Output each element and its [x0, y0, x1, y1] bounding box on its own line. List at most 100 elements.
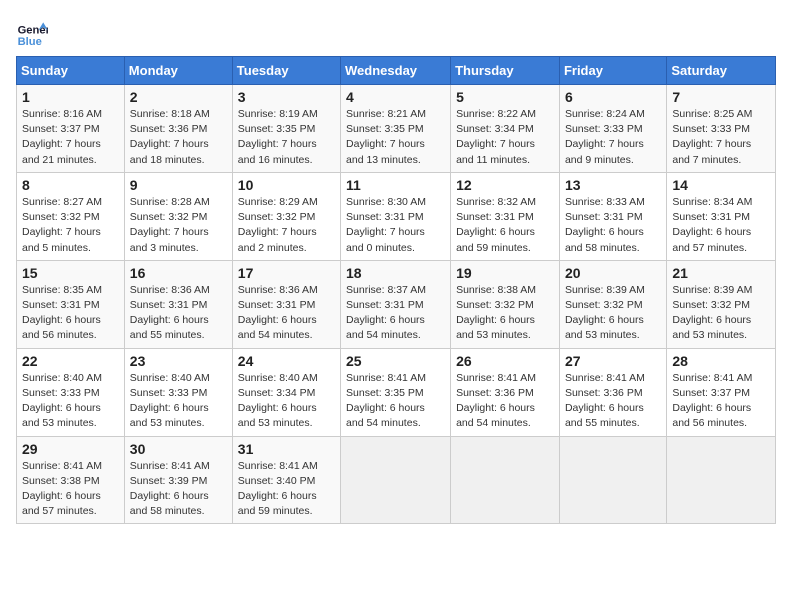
calendar-day-cell	[559, 436, 666, 524]
day-info: Sunrise: 8:24 AM Sunset: 3:33 PM Dayligh…	[565, 107, 661, 168]
calendar-day-cell: 18 Sunrise: 8:37 AM Sunset: 3:31 PM Dayl…	[341, 260, 451, 348]
day-number: 16	[130, 265, 227, 281]
day-info: Sunrise: 8:40 AM Sunset: 3:34 PM Dayligh…	[238, 371, 335, 432]
calendar-week-row: 15 Sunrise: 8:35 AM Sunset: 3:31 PM Dayl…	[17, 260, 776, 348]
day-info: Sunrise: 8:32 AM Sunset: 3:31 PM Dayligh…	[456, 195, 554, 256]
day-info: Sunrise: 8:41 AM Sunset: 3:40 PM Dayligh…	[238, 459, 335, 520]
calendar-day-cell: 17 Sunrise: 8:36 AM Sunset: 3:31 PM Dayl…	[232, 260, 340, 348]
day-number: 13	[565, 177, 661, 193]
page-header: General Blue	[16, 16, 776, 48]
day-info: Sunrise: 8:25 AM Sunset: 3:33 PM Dayligh…	[672, 107, 770, 168]
day-info: Sunrise: 8:41 AM Sunset: 3:35 PM Dayligh…	[346, 371, 445, 432]
day-of-week-header: Thursday	[451, 57, 560, 85]
calendar-day-cell: 7 Sunrise: 8:25 AM Sunset: 3:33 PM Dayli…	[667, 85, 776, 173]
day-of-week-header: Saturday	[667, 57, 776, 85]
calendar-day-cell: 12 Sunrise: 8:32 AM Sunset: 3:31 PM Dayl…	[451, 172, 560, 260]
day-number: 7	[672, 89, 770, 105]
day-info: Sunrise: 8:37 AM Sunset: 3:31 PM Dayligh…	[346, 283, 445, 344]
day-of-week-header: Tuesday	[232, 57, 340, 85]
calendar-week-row: 8 Sunrise: 8:27 AM Sunset: 3:32 PM Dayli…	[17, 172, 776, 260]
calendar-day-cell	[451, 436, 560, 524]
day-info: Sunrise: 8:40 AM Sunset: 3:33 PM Dayligh…	[130, 371, 227, 432]
day-number: 15	[22, 265, 119, 281]
day-info: Sunrise: 8:41 AM Sunset: 3:36 PM Dayligh…	[456, 371, 554, 432]
calendar-day-cell	[667, 436, 776, 524]
day-number: 31	[238, 441, 335, 457]
day-info: Sunrise: 8:16 AM Sunset: 3:37 PM Dayligh…	[22, 107, 119, 168]
day-info: Sunrise: 8:33 AM Sunset: 3:31 PM Dayligh…	[565, 195, 661, 256]
day-info: Sunrise: 8:22 AM Sunset: 3:34 PM Dayligh…	[456, 107, 554, 168]
calendar-day-cell: 28 Sunrise: 8:41 AM Sunset: 3:37 PM Dayl…	[667, 348, 776, 436]
day-number: 27	[565, 353, 661, 369]
calendar-day-cell: 22 Sunrise: 8:40 AM Sunset: 3:33 PM Dayl…	[17, 348, 125, 436]
day-info: Sunrise: 8:27 AM Sunset: 3:32 PM Dayligh…	[22, 195, 119, 256]
day-info: Sunrise: 8:28 AM Sunset: 3:32 PM Dayligh…	[130, 195, 227, 256]
day-info: Sunrise: 8:36 AM Sunset: 3:31 PM Dayligh…	[238, 283, 335, 344]
day-info: Sunrise: 8:41 AM Sunset: 3:36 PM Dayligh…	[565, 371, 661, 432]
day-info: Sunrise: 8:29 AM Sunset: 3:32 PM Dayligh…	[238, 195, 335, 256]
day-info: Sunrise: 8:35 AM Sunset: 3:31 PM Dayligh…	[22, 283, 119, 344]
day-of-week-header: Wednesday	[341, 57, 451, 85]
calendar-table: SundayMondayTuesdayWednesdayThursdayFrid…	[16, 56, 776, 524]
day-info: Sunrise: 8:21 AM Sunset: 3:35 PM Dayligh…	[346, 107, 445, 168]
day-info: Sunrise: 8:39 AM Sunset: 3:32 PM Dayligh…	[565, 283, 661, 344]
calendar-day-cell: 24 Sunrise: 8:40 AM Sunset: 3:34 PM Dayl…	[232, 348, 340, 436]
day-info: Sunrise: 8:30 AM Sunset: 3:31 PM Dayligh…	[346, 195, 445, 256]
day-of-week-header: Sunday	[17, 57, 125, 85]
day-number: 25	[346, 353, 445, 369]
calendar-day-cell: 8 Sunrise: 8:27 AM Sunset: 3:32 PM Dayli…	[17, 172, 125, 260]
calendar-day-cell: 3 Sunrise: 8:19 AM Sunset: 3:35 PM Dayli…	[232, 85, 340, 173]
day-number: 5	[456, 89, 554, 105]
calendar-day-cell: 5 Sunrise: 8:22 AM Sunset: 3:34 PM Dayli…	[451, 85, 560, 173]
day-number: 19	[456, 265, 554, 281]
day-info: Sunrise: 8:39 AM Sunset: 3:32 PM Dayligh…	[672, 283, 770, 344]
day-number: 12	[456, 177, 554, 193]
day-number: 17	[238, 265, 335, 281]
day-info: Sunrise: 8:41 AM Sunset: 3:39 PM Dayligh…	[130, 459, 227, 520]
day-number: 9	[130, 177, 227, 193]
day-of-week-header: Friday	[559, 57, 666, 85]
day-number: 26	[456, 353, 554, 369]
day-number: 18	[346, 265, 445, 281]
day-number: 4	[346, 89, 445, 105]
calendar-day-cell: 4 Sunrise: 8:21 AM Sunset: 3:35 PM Dayli…	[341, 85, 451, 173]
calendar-day-cell: 31 Sunrise: 8:41 AM Sunset: 3:40 PM Dayl…	[232, 436, 340, 524]
calendar-day-cell: 1 Sunrise: 8:16 AM Sunset: 3:37 PM Dayli…	[17, 85, 125, 173]
day-number: 29	[22, 441, 119, 457]
calendar-day-cell: 16 Sunrise: 8:36 AM Sunset: 3:31 PM Dayl…	[124, 260, 232, 348]
svg-text:Blue: Blue	[18, 36, 42, 48]
calendar-day-cell: 13 Sunrise: 8:33 AM Sunset: 3:31 PM Dayl…	[559, 172, 666, 260]
calendar-day-cell: 27 Sunrise: 8:41 AM Sunset: 3:36 PM Dayl…	[559, 348, 666, 436]
calendar-day-cell: 10 Sunrise: 8:29 AM Sunset: 3:32 PM Dayl…	[232, 172, 340, 260]
calendar-day-cell: 30 Sunrise: 8:41 AM Sunset: 3:39 PM Dayl…	[124, 436, 232, 524]
day-number: 14	[672, 177, 770, 193]
calendar-day-cell: 6 Sunrise: 8:24 AM Sunset: 3:33 PM Dayli…	[559, 85, 666, 173]
day-number: 1	[22, 89, 119, 105]
calendar-header-row: SundayMondayTuesdayWednesdayThursdayFrid…	[17, 57, 776, 85]
day-number: 22	[22, 353, 119, 369]
calendar-week-row: 22 Sunrise: 8:40 AM Sunset: 3:33 PM Dayl…	[17, 348, 776, 436]
day-info: Sunrise: 8:19 AM Sunset: 3:35 PM Dayligh…	[238, 107, 335, 168]
day-info: Sunrise: 8:34 AM Sunset: 3:31 PM Dayligh…	[672, 195, 770, 256]
day-number: 8	[22, 177, 119, 193]
logo: General Blue	[16, 16, 52, 48]
day-info: Sunrise: 8:41 AM Sunset: 3:38 PM Dayligh…	[22, 459, 119, 520]
calendar-day-cell: 23 Sunrise: 8:40 AM Sunset: 3:33 PM Dayl…	[124, 348, 232, 436]
calendar-day-cell: 14 Sunrise: 8:34 AM Sunset: 3:31 PM Dayl…	[667, 172, 776, 260]
calendar-day-cell: 9 Sunrise: 8:28 AM Sunset: 3:32 PM Dayli…	[124, 172, 232, 260]
day-info: Sunrise: 8:41 AM Sunset: 3:37 PM Dayligh…	[672, 371, 770, 432]
day-number: 6	[565, 89, 661, 105]
calendar-week-row: 29 Sunrise: 8:41 AM Sunset: 3:38 PM Dayl…	[17, 436, 776, 524]
logo-icon: General Blue	[16, 16, 48, 48]
day-info: Sunrise: 8:18 AM Sunset: 3:36 PM Dayligh…	[130, 107, 227, 168]
calendar-day-cell: 2 Sunrise: 8:18 AM Sunset: 3:36 PM Dayli…	[124, 85, 232, 173]
day-number: 2	[130, 89, 227, 105]
day-info: Sunrise: 8:40 AM Sunset: 3:33 PM Dayligh…	[22, 371, 119, 432]
day-of-week-header: Monday	[124, 57, 232, 85]
calendar-day-cell	[341, 436, 451, 524]
day-number: 10	[238, 177, 335, 193]
day-number: 21	[672, 265, 770, 281]
calendar-week-row: 1 Sunrise: 8:16 AM Sunset: 3:37 PM Dayli…	[17, 85, 776, 173]
day-number: 20	[565, 265, 661, 281]
calendar-day-cell: 20 Sunrise: 8:39 AM Sunset: 3:32 PM Dayl…	[559, 260, 666, 348]
